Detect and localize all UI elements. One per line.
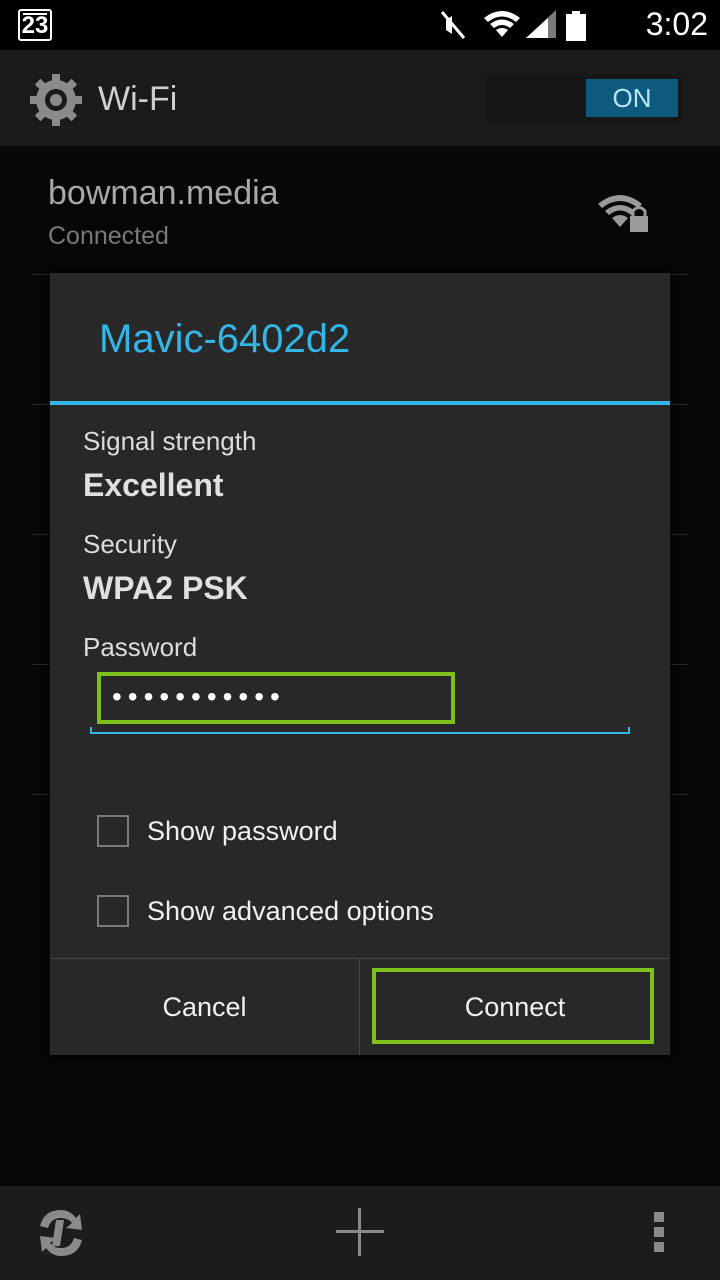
status-icons bbox=[440, 10, 586, 41]
dialog-title: Mavic-6402d2 bbox=[99, 317, 351, 361]
wifi-toggle[interactable]: ON bbox=[486, 75, 682, 121]
bottom-bar bbox=[0, 1186, 720, 1280]
security-value: WPA2 PSK bbox=[83, 570, 248, 606]
password-input[interactable]: ••••••••••• bbox=[112, 677, 286, 717]
password-label: Password bbox=[83, 632, 198, 662]
show-password-label: Show password bbox=[147, 816, 338, 846]
signal-strength-label: Signal strength bbox=[83, 426, 257, 456]
clock: 3:02 bbox=[645, 6, 708, 42]
title-divider bbox=[50, 401, 670, 405]
toggle-on-label: ON bbox=[586, 79, 678, 117]
wifi-icon bbox=[484, 11, 520, 37]
list-item[interactable]: bowman.media Connected bbox=[0, 146, 720, 274]
signal-strength-value: Excellent bbox=[83, 467, 224, 503]
network-name: bowman.media bbox=[48, 174, 279, 212]
overflow-menu-icon[interactable] bbox=[652, 1210, 666, 1254]
wifi-connect-dialog: Mavic-6402d2 Signal strength Excellent S… bbox=[50, 273, 670, 1055]
cell-signal-icon bbox=[526, 10, 556, 38]
security-label: Security bbox=[83, 529, 177, 559]
battery-icon bbox=[566, 11, 586, 41]
network-status: Connected bbox=[48, 222, 169, 250]
add-network-icon[interactable] bbox=[334, 1206, 386, 1258]
password-underline bbox=[90, 727, 630, 734]
status-bar: 23 3:02 bbox=[0, 0, 720, 50]
show-advanced-checkbox[interactable] bbox=[97, 895, 129, 927]
mute-icon bbox=[440, 11, 466, 39]
cancel-button[interactable]: Cancel bbox=[50, 959, 359, 1055]
wifi-secured-icon bbox=[598, 195, 648, 232]
page-title: Wi-Fi bbox=[98, 80, 178, 118]
connect-highlight bbox=[372, 968, 654, 1044]
show-password-checkbox[interactable] bbox=[97, 815, 129, 847]
wps-icon[interactable] bbox=[34, 1206, 88, 1260]
action-bar: Wi-Fi ON bbox=[0, 50, 720, 146]
settings-gear-icon[interactable] bbox=[28, 72, 84, 128]
show-advanced-label: Show advanced options bbox=[147, 896, 434, 926]
notification-badge: 23 bbox=[18, 9, 52, 41]
